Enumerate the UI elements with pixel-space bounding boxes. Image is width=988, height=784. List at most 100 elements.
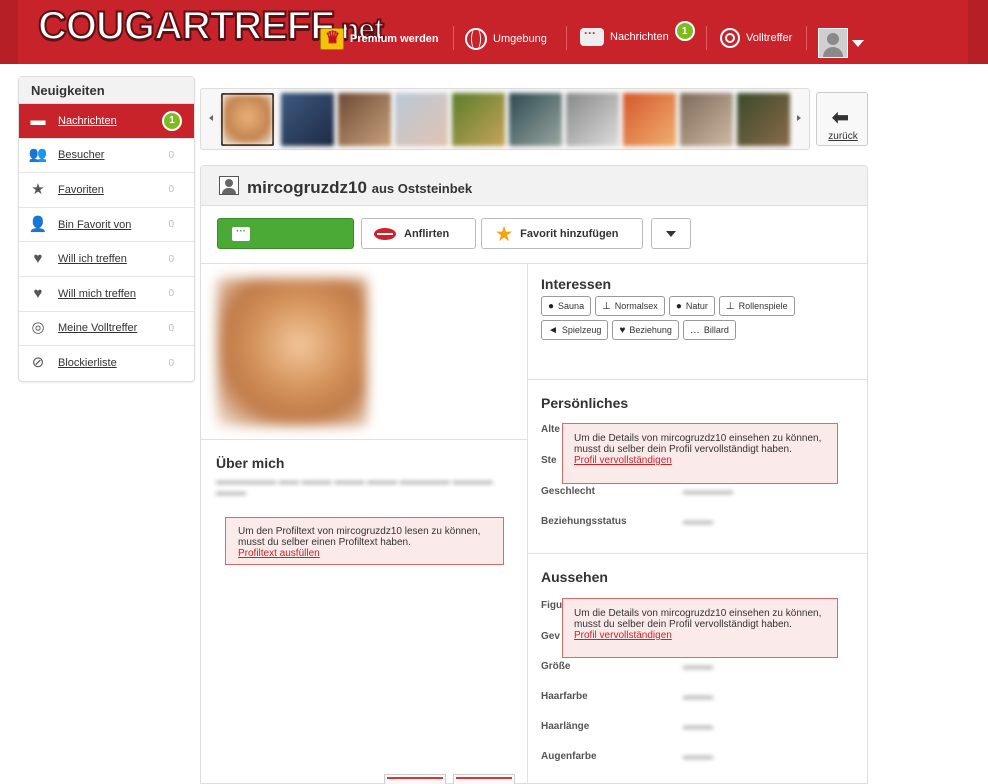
star-icon: ★ [496,223,513,244]
field-label: Haarlänge [541,721,590,732]
field-label: Augenfarbe [541,751,597,762]
sidebar-count-badge: 1 [162,110,182,131]
nav-divider [453,26,454,50]
profile-thumbnail[interactable] [566,93,619,146]
profile-thumbnail[interactable] [338,93,391,146]
block-user-icon: ⊘ [31,354,45,372]
field-label: Ste [541,455,557,466]
chevron-left-icon[interactable] [209,115,213,121]
personal-notice: Um die Details von mircogruzdz10 einsehe… [562,423,838,484]
premium-nav-button[interactable]: Premium werden [320,28,439,50]
divider [201,439,527,440]
star-icon: ★ [31,180,45,198]
volltreffer-nav-button[interactable]: Volltreffer [720,28,792,48]
user-icon [219,176,239,195]
interest-tag: ● Sauna [541,296,592,316]
profile-thumbnail[interactable] [281,93,334,146]
arrow-left-icon: ⬅ [832,107,849,129]
field-label: Haarfarbe [541,691,588,702]
user-avatar[interactable] [818,28,848,58]
add-favorite-button[interactable]: ★ Favorit hinzufügen [481,218,643,249]
nachrichten-nav-button[interactable]: Nachrichten 1 [580,21,695,46]
target-icon [720,28,740,48]
field-label: Größe [541,661,571,672]
sidebar-item-besucher[interactable]: 👥 Besucher 0 [19,139,194,174]
profile-thumbnail[interactable] [395,93,448,146]
profile-username: mircogruzdz10 [247,178,367,197]
divider [201,263,868,264]
bed-icon: ⊥ [725,300,735,312]
field-value-blurred: ▬▬▬ [683,691,713,702]
divider [527,263,528,784]
looks-notice: Um die Details von mircogruzdz10 einsehe… [562,598,838,658]
more-options-button[interactable] [651,218,691,249]
profile-title: mircogruzdz10 aus Oststeinbek [247,178,472,198]
nachrichten-label: Nachrichten [610,31,669,43]
about-title: Über mich [216,455,285,471]
interests-title: Interessen [541,276,612,292]
profile-thumbnail[interactable] [623,93,676,146]
header-bar: COUGARTREFF.net Premium werden Umgebung … [0,0,988,64]
profile-thumbnail[interactable] [680,93,733,146]
umgebung-nav-button[interactable]: Umgebung [465,28,547,50]
interest-tag: … Billard [682,320,736,340]
chevron-down-icon [666,230,676,237]
profile-thumbnail[interactable] [737,93,790,146]
field-label: Geschlecht [541,486,595,497]
mini-thumbnail[interactable] [384,774,446,784]
hearts-icon: ♥ [33,284,43,302]
profile-thumbnail[interactable] [452,93,505,146]
profile-photo[interactable] [217,278,367,426]
profile-card: mircogruzdz10 aus Oststeinbek ··· Anflir… [200,165,868,784]
bed-icon: ⊥ [602,300,611,312]
nav-divider [566,26,567,50]
send-message-button[interactable]: ··· [217,218,354,249]
complete-profile-link[interactable]: Profil vervollständigen [574,455,672,466]
back-label: zurück [828,131,858,142]
chevron-down-icon[interactable] [852,40,864,47]
chat-icon [580,26,604,46]
sidebar-title: Neuigkeiten [19,77,194,104]
sidebar-item-will-ich-treffen[interactable]: ♥ Will ich treffen 0 [19,242,194,277]
chat-icon: ▬ [30,111,46,129]
profile-header: mircogruzdz10 aus Oststeinbek [201,166,867,206]
profile-thumbnail[interactable] [221,93,274,146]
complete-profile-link[interactable]: Profil vervollständigen [574,630,672,641]
fill-profile-text-link[interactable]: Profiltext ausfüllen [238,548,320,559]
field-label: Beziehungsstatus [541,516,627,527]
interest-tag: ● Natur [668,296,715,316]
sidebar-item-blockierliste[interactable]: ⊘ Blockierliste 0 [19,346,194,381]
interest-tag: ⊥ Normalsex [595,296,665,316]
divider [527,553,868,554]
interest-tag: ◄ Spielzeug [541,320,609,340]
field-label: Alte [541,424,560,435]
target-icon: ◎ [31,319,45,337]
sidebar-item-nachrichten[interactable]: ▬ Nachrichten 1 [19,104,194,139]
back-button[interactable]: ⬅ zurück [816,92,868,146]
about-preview-blurred: ▬▬▬▬▬▬ ▬▬ ▬▬▬ ▬▬▬ ▬▬▬ ▬▬▬▬▬ ▬▬▬▬ ▬▬▬ [216,476,493,498]
nav-divider [706,26,707,50]
divider [527,379,868,380]
profile-location: aus Oststeinbek [371,181,473,196]
sidebar-item-favoriten[interactable]: ★ Favoriten 0 [19,173,194,208]
pin-icon: ● [548,300,555,312]
nav-divider [806,26,807,50]
chat-icon: ··· [232,227,250,241]
field-value-blurred: ▬▬▬ [683,721,713,732]
volltreffer-label: Volltreffer [746,32,793,44]
interest-tag: ⊥ Rollenspiele [718,296,795,316]
toy-icon: ◄ [548,324,558,336]
chevron-right-icon[interactable] [797,115,801,121]
user-star-icon: 👤 [28,215,48,233]
sidebar-item-bin-favorit-von[interactable]: 👤 Bin Favorit von 0 [19,208,194,243]
mini-thumbnail[interactable] [453,774,515,784]
sidebar-item-will-mich-treffen[interactable]: ♥ Will mich treffen 0 [19,277,194,312]
sidebar-item-meine-volltreffer[interactable]: ◎ Meine Volltreffer 0 [19,312,194,347]
profile-thumbnail[interactable] [509,93,562,146]
hearts-icon: ♥ [619,324,626,336]
looks-title: Aussehen [541,569,608,585]
hearts-icon: ♥ [33,250,43,268]
flirt-button[interactable]: Anflirten [361,218,476,249]
field-label: Figu [541,600,563,611]
field-label: Gev [541,631,560,642]
